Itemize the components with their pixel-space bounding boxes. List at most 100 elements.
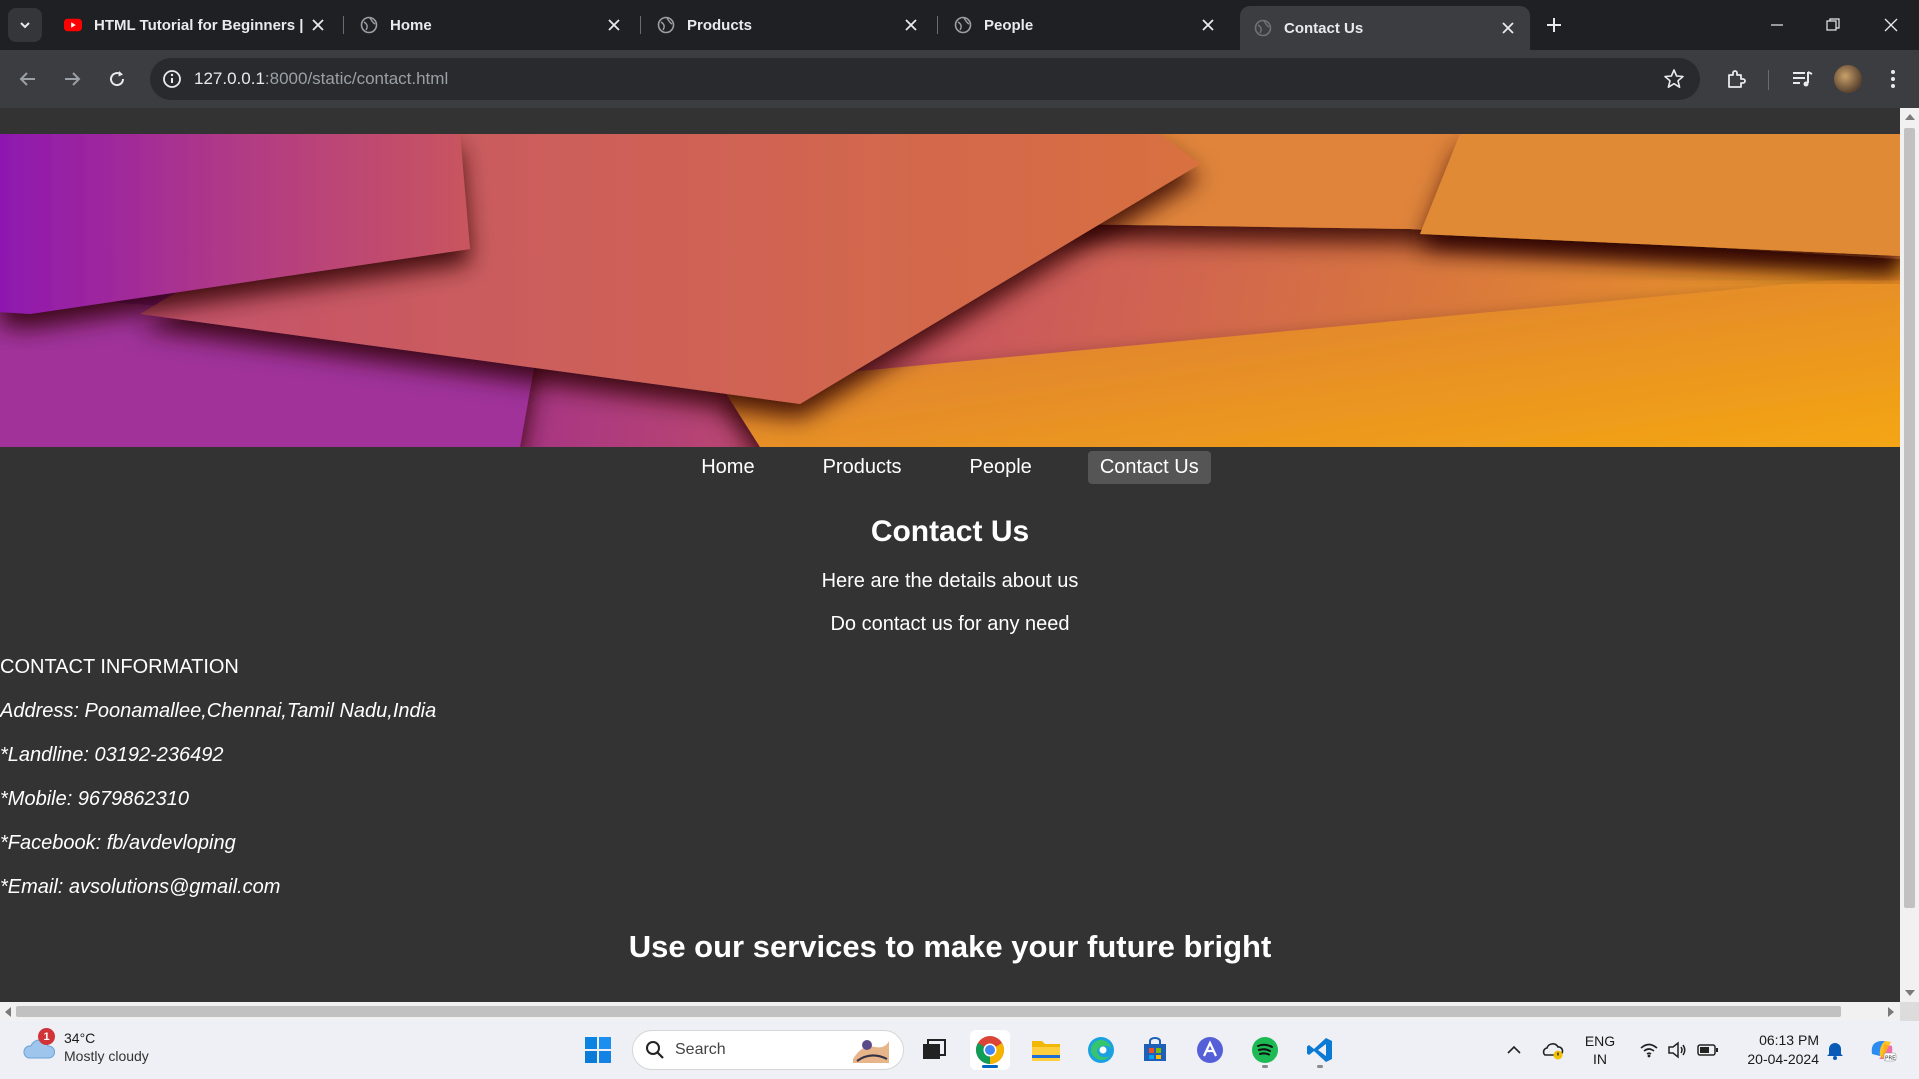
taskbar-edge[interactable]	[1081, 1030, 1121, 1070]
url-path: :8000/static/contact.html	[264, 69, 449, 88]
tab-separator	[640, 16, 641, 34]
close-icon[interactable]	[1196, 13, 1220, 37]
reload-button[interactable]	[99, 61, 135, 97]
copilot-icon: PRE	[1871, 1041, 1897, 1062]
vertical-scroll-thumb[interactable]	[1904, 128, 1915, 908]
tab-search-button[interactable]	[8, 8, 42, 42]
chrome-menu-button[interactable]	[1875, 61, 1911, 97]
youtube-icon	[64, 16, 82, 34]
forward-button[interactable]	[54, 61, 90, 97]
weather-badge: 1	[38, 1028, 55, 1045]
back-button[interactable]	[10, 61, 46, 97]
tab-title: HTML Tutorial for Beginners | C	[94, 16, 306, 34]
bookmark-star-icon[interactable]	[1662, 67, 1686, 91]
search-label: Search	[675, 1041, 726, 1058]
tab-title: Home	[390, 16, 432, 34]
task-view-button[interactable]	[914, 1030, 954, 1070]
taskbar-chrome[interactable]	[970, 1030, 1010, 1070]
nav-link-home[interactable]: Home	[689, 451, 766, 484]
playlist-icon	[1793, 71, 1813, 87]
tab-youtube[interactable]: HTML Tutorial for Beginners | C	[50, 7, 340, 43]
globe-icon	[954, 16, 972, 34]
restore-button[interactable]	[1813, 8, 1853, 42]
nav-link-contact-us[interactable]: Contact Us	[1087, 450, 1211, 484]
taskbar-app[interactable]	[1190, 1030, 1230, 1070]
search-icon	[646, 1041, 664, 1059]
close-icon[interactable]	[602, 13, 626, 37]
tab-contact-us[interactable]: Contact Us	[1240, 6, 1530, 50]
more-vert-icon	[1891, 70, 1895, 88]
onedrive-tray-button[interactable]	[1538, 1021, 1568, 1079]
close-icon[interactable]	[306, 13, 330, 37]
intro-text: Here are the details about us	[821, 570, 1079, 592]
restore-icon	[1826, 18, 1840, 31]
scroll-up-arrow-icon[interactable]	[1905, 114, 1915, 120]
taskbar-vscode[interactable]	[1300, 1030, 1340, 1070]
close-window-button[interactable]	[1871, 8, 1911, 42]
weather-widget[interactable]: 1 34°C Mostly cloudy	[22, 1028, 149, 1065]
wifi-icon	[1640, 1043, 1658, 1058]
tab-home[interactable]: Home	[346, 7, 636, 43]
clock-time: 06:13 PM	[1759, 1032, 1819, 1048]
language-indicator[interactable]: ENG IN	[1578, 1021, 1622, 1079]
notifications-button[interactable]	[1822, 1021, 1848, 1079]
address-bar[interactable]: 127.0.0.1:8000/static/contact.html	[150, 58, 1700, 100]
scroll-down-arrow-icon[interactable]	[1905, 990, 1915, 996]
taskbar-search[interactable]: Search	[632, 1030, 904, 1070]
contact-email: *Email: avsolutions@gmail.com	[0, 876, 281, 898]
page-viewport: Home Products People Contact Us Contact …	[0, 108, 1900, 1002]
url-host: 127.0.0.1	[194, 69, 265, 88]
show-hidden-icons-button[interactable]	[1500, 1021, 1528, 1079]
edge-icon	[1088, 1037, 1114, 1063]
tab-people[interactable]: People	[940, 7, 1230, 43]
close-icon[interactable]	[899, 13, 923, 37]
system-clock[interactable]: 06:13 PM 20-04-2024	[1733, 1021, 1819, 1079]
contact-landline: *Landline: 03192-236492	[0, 744, 224, 766]
reload-icon	[110, 71, 125, 87]
copilot-button[interactable]: PRE	[1864, 1021, 1900, 1079]
tab-separator	[937, 16, 938, 34]
page-title: Contact Us	[870, 515, 1030, 548]
folder-icon	[1032, 1041, 1060, 1061]
battery-icon	[1697, 1044, 1718, 1056]
tab-title: Products	[687, 16, 753, 34]
start-button[interactable]	[578, 1030, 618, 1070]
scroll-left-arrow-icon[interactable]	[5, 1007, 11, 1017]
minimize-icon	[1771, 24, 1783, 26]
taskbar-store[interactable]	[1135, 1030, 1175, 1070]
close-icon[interactable]	[1496, 16, 1520, 40]
extensions-button[interactable]	[1718, 61, 1754, 97]
chevron-up-icon	[1507, 1045, 1521, 1054]
globe-icon	[1254, 19, 1272, 37]
tab-products[interactable]: Products	[643, 7, 933, 43]
banner-image	[0, 134, 1900, 447]
weather-temperature: 34°C	[64, 1030, 96, 1046]
nav-link-people[interactable]: People	[958, 451, 1044, 484]
taskbar-spotify[interactable]	[1245, 1030, 1285, 1070]
cloud-icon: 1	[22, 1028, 56, 1062]
site-info-icon[interactable]	[150, 58, 194, 100]
tab-title: Contact Us	[1284, 19, 1364, 37]
taskbar-file-explorer[interactable]	[1026, 1030, 1066, 1070]
cloud-warning-icon	[1542, 1043, 1564, 1060]
toolbar-divider	[1768, 70, 1769, 90]
scroll-right-arrow-icon[interactable]	[1888, 1007, 1894, 1017]
minimize-button[interactable]	[1757, 8, 1797, 42]
battery-button[interactable]	[1693, 1021, 1723, 1079]
profile-button[interactable]	[1830, 61, 1866, 97]
new-tab-button[interactable]	[1539, 12, 1569, 38]
store-icon	[1144, 1037, 1166, 1061]
task-view-icon	[923, 1039, 946, 1059]
vertical-scrollbar[interactable]	[1900, 108, 1919, 1002]
wifi-button[interactable]	[1636, 1021, 1662, 1079]
horizontal-scrollbar[interactable]	[0, 1002, 1900, 1021]
active-indicator	[982, 1065, 998, 1068]
contact-address: Address: Poonamallee,Chennai,Tamil Nadu,…	[0, 700, 437, 722]
media-control-button[interactable]	[1784, 61, 1820, 97]
running-indicator	[1317, 1065, 1323, 1068]
volume-button[interactable]	[1664, 1021, 1690, 1079]
tab-title: People	[984, 16, 1034, 34]
nav-link-products[interactable]: Products	[811, 451, 914, 484]
region-code: IN	[1593, 1051, 1607, 1067]
horizontal-scroll-thumb[interactable]	[16, 1006, 1841, 1017]
